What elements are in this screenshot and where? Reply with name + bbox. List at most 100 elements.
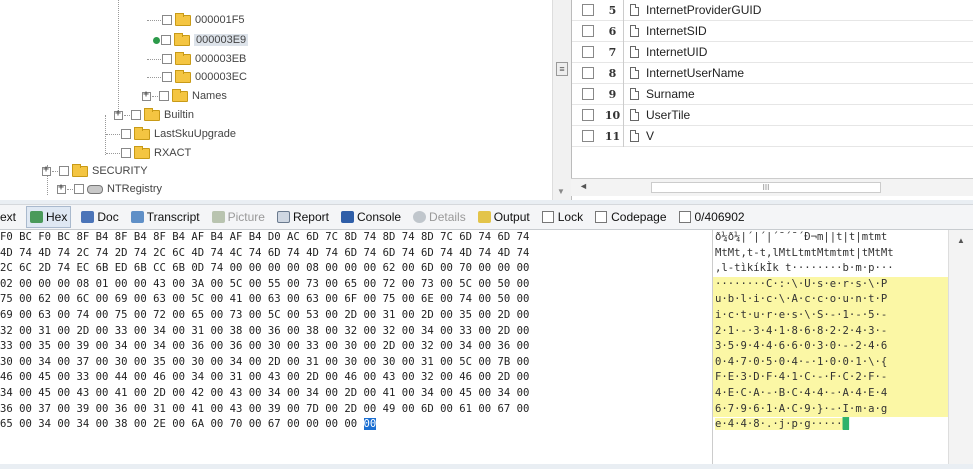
checkbox[interactable]	[121, 148, 131, 158]
list-item[interactable]: 8 InternetUserName	[572, 62, 973, 84]
console-icon	[341, 211, 354, 223]
tree-connector	[147, 76, 161, 78]
tree-item[interactable]: 000003EC	[147, 68, 247, 86]
tab-details[interactable]: Details	[411, 206, 468, 228]
folder-icon	[134, 126, 150, 140]
tab-console[interactable]: Console	[339, 206, 403, 228]
checkbox[interactable]	[162, 72, 172, 82]
tree-item[interactable]: SECURITY	[42, 162, 148, 180]
checkbox[interactable]	[582, 4, 594, 16]
expand-icon[interactable]	[42, 164, 51, 176]
ascii-view[interactable]: ð¼ð¼|´|´|´¯´¯´Ð¬m||t|t|mtmt MtMt,t-t,lMt…	[712, 230, 948, 464]
checkbox[interactable]	[162, 15, 172, 25]
ascii-line-highlighted: F·E·3·D·F·4·1·C·-·F·C·2·F·-	[713, 370, 948, 386]
doc-icon	[81, 211, 95, 223]
green-dot-icon	[153, 36, 160, 44]
ascii-line-highlighted: ········C·:·\·U·s·e·r·s·\·P	[713, 276, 948, 293]
codepage-checkbox[interactable]	[595, 211, 608, 223]
codepage-toggle[interactable]: Codepage	[593, 206, 668, 228]
tab-doc-label: Doc	[97, 210, 119, 224]
lock-toggle[interactable]: Lock	[540, 206, 585, 228]
tree-item[interactable]: 000003EB	[147, 50, 246, 68]
folder-icon	[134, 145, 150, 159]
tab-picture[interactable]: Picture	[210, 206, 267, 228]
document-icon	[630, 4, 639, 16]
checkbox[interactable]	[582, 130, 594, 142]
checkbox[interactable]	[582, 88, 594, 100]
row-number: 9	[602, 83, 624, 105]
checkbox[interactable]	[121, 129, 131, 139]
folder-icon	[175, 51, 191, 65]
checkbox[interactable]	[59, 166, 69, 176]
hex-view[interactable]: F0 BC F0 BC 8F B4 8F B4 8F B4 AF B4 AF B…	[0, 230, 712, 464]
scroll-down-icon[interactable]: ▼	[557, 187, 565, 196]
ascii-line-text: e·4·4·8·.·j·p·g·····	[715, 418, 843, 431]
horizontal-scrollbar[interactable]: ◄ III	[571, 178, 973, 196]
tab-hex[interactable]: Hex	[26, 206, 72, 228]
tree-item-selected[interactable]: 000003E9	[147, 31, 249, 49]
list-item[interactable]: 10 UserTile	[572, 104, 973, 126]
ascii-line-highlighted: 4·E·C·A·-·B·C·4·4·-·A·4·E·4	[713, 385, 948, 402]
report-icon	[276, 211, 290, 223]
list-item[interactable]: 7 InternetUID	[572, 41, 973, 63]
splitter-grip-icon[interactable]: ≡	[556, 62, 568, 76]
list-item[interactable]: 11 V	[572, 125, 973, 147]
tree-item[interactable]: Builtin	[114, 106, 194, 124]
checkbox[interactable]	[131, 110, 141, 120]
registry-tree: 000001F5 000003E9 000003EB 000003EC Name…	[0, 0, 571, 200]
top-pane: 000001F5 000003E9 000003EB 000003EC Name…	[0, 0, 973, 200]
position-checkbox[interactable]	[678, 211, 691, 223]
tree-connector	[52, 170, 58, 172]
tab-output[interactable]: Output	[476, 206, 532, 228]
checkbox[interactable]	[582, 67, 594, 79]
lock-checkbox[interactable]	[541, 211, 554, 223]
tab-details-label: Details	[429, 210, 466, 224]
checkbox[interactable]	[162, 54, 172, 64]
pane-splitter[interactable]: ≡ ▼	[552, 0, 571, 200]
document-icon	[630, 130, 639, 142]
selected-byte[interactable]: 00	[363, 418, 377, 431]
tab-report[interactable]: Report	[275, 206, 331, 228]
picture-icon	[211, 211, 225, 223]
tree-item[interactable]: 000001F5	[147, 11, 245, 29]
ascii-line: ,l-tìkíkÌk t········b·m·p···	[715, 262, 894, 275]
checkbox[interactable]	[74, 184, 84, 194]
tab-transcript[interactable]: Transcript	[129, 206, 202, 228]
checkbox[interactable]	[159, 91, 169, 101]
expand-icon[interactable]	[142, 89, 151, 101]
value-name: InternetUserName	[646, 66, 745, 80]
hex-line-last: 65 00 34 00 34 00 38 00 2E 00 6A 00 70 0…	[0, 417, 712, 433]
ascii-line-highlighted: 0·4·7·0·5·0·4·-·1·0·0·1·\·{	[713, 354, 948, 371]
tree-item[interactable]: RXACT	[106, 144, 191, 162]
tree-connector	[147, 19, 161, 21]
tab-text[interactable]: ext	[0, 206, 18, 228]
tab-doc[interactable]: Doc	[79, 206, 120, 228]
tab-console-label: Console	[357, 210, 402, 224]
scroll-up-icon[interactable]: ▲	[957, 236, 965, 245]
checkbox[interactable]	[582, 109, 594, 121]
vertical-scrollbar[interactable]: ▲	[948, 230, 973, 464]
tree-item[interactable]: NTRegistry	[57, 180, 162, 198]
checkbox[interactable]	[161, 35, 171, 45]
folder-icon	[144, 107, 160, 121]
checkbox[interactable]	[582, 46, 594, 58]
list-item[interactable]: 6 InternetSID	[572, 20, 973, 42]
checkbox[interactable]	[582, 25, 594, 37]
position-toggle[interactable]: 0/406902	[677, 206, 747, 228]
expand-icon[interactable]	[114, 108, 123, 120]
tree-connector	[106, 152, 120, 154]
tree-item[interactable]: LastSkuUpgrade	[106, 125, 236, 143]
ascii-line-highlighted: 6·7·9·6·1·A·C·9·}·-·I·m·a·g	[713, 401, 948, 418]
scroll-thumb[interactable]: III	[651, 182, 881, 193]
lock-label: Lock	[557, 210, 584, 224]
value-name: InternetSID	[646, 24, 707, 38]
hex-line: 4D 74 4D 74 2C 74 2D 74 2C 6C 4D 74 4C 7…	[0, 246, 530, 259]
tree-item[interactable]: Names	[142, 87, 227, 105]
list-item[interactable]: 9 Surname	[572, 83, 973, 105]
list-item[interactable]: 5 InternetProviderGUID	[572, 0, 973, 21]
ascii-line-highlighted: i·c·t·u·r·e·s·\·S·-·1·-·5·-	[713, 307, 948, 324]
scroll-left-icon[interactable]: ◄	[579, 181, 588, 191]
tree-item-label: SECURITY	[92, 165, 148, 177]
expand-icon[interactable]	[57, 182, 66, 194]
disk-icon	[87, 184, 103, 194]
